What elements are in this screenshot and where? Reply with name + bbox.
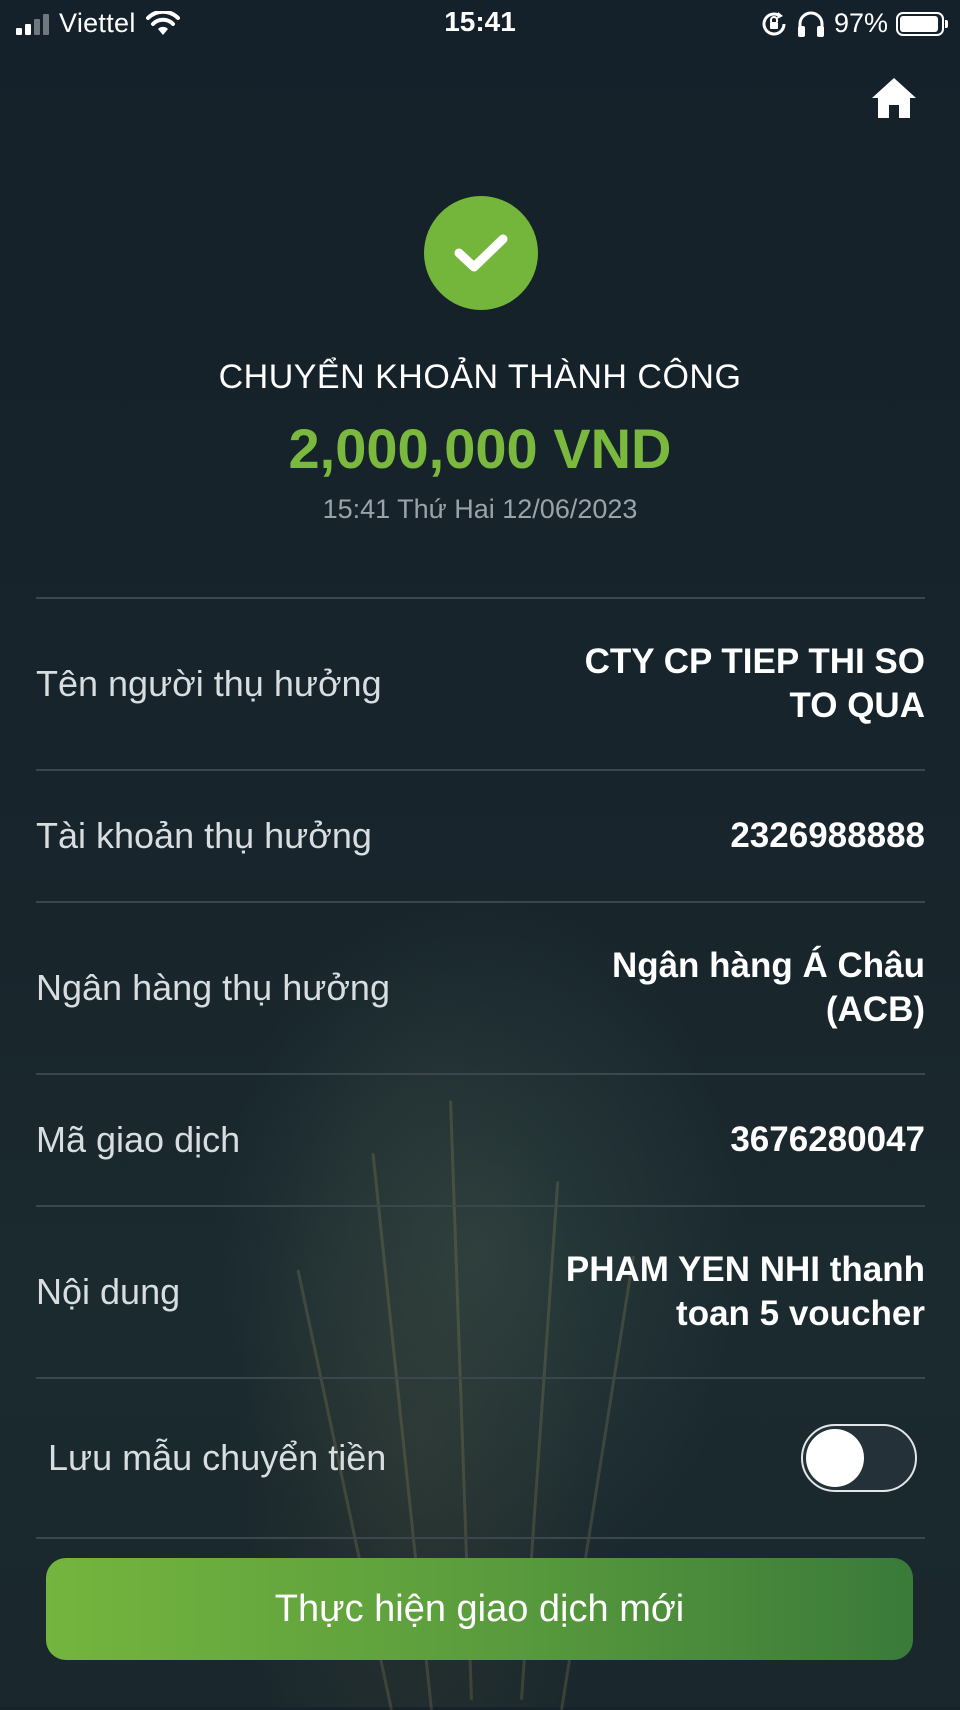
transfer-amount: 2,000,000 VND [288, 417, 672, 480]
headphones-icon [797, 11, 824, 37]
save-template-label: Lưu mẫu chuyển tiền [48, 1437, 387, 1478]
success-badge [424, 196, 538, 310]
detail-label: Tên người thụ hưởng [36, 663, 382, 704]
transfer-timestamp: 15:41 Thứ Hai 12/06/2023 [322, 494, 638, 524]
detail-label: Mã giao dịch [36, 1119, 241, 1160]
detail-value: PHAM YEN NHI thanh toan 5 voucher [566, 1248, 925, 1336]
detail-value-line: CTY CP TIEP THI SO [584, 642, 925, 681]
detail-value-line: PHAM YEN NHI thanh [565, 1250, 925, 1289]
detail-value-line: Ngân hàng Á Châu [611, 946, 925, 985]
detail-value-line: 2326988888 [730, 816, 925, 855]
detail-value: Ngân hàng Á Châu (ACB) [612, 944, 925, 1032]
home-icon [872, 78, 916, 118]
transfer-status-title: CHUYỂN KHOẢN THÀNH CÔNG [218, 358, 742, 396]
home-button[interactable] [868, 72, 920, 124]
detail-value-line: toan 5 voucher [676, 1294, 925, 1333]
detail-value: 3676280047 [730, 1118, 925, 1162]
orientation-lock-icon [762, 11, 786, 35]
status-bar: Viettel 15:41 97% [0, 0, 960, 48]
battery-icon [896, 11, 948, 36]
save-template-toggle[interactable] [801, 1424, 917, 1492]
detail-row-beneficiary-name: Tên người thụ hưởng CTY CP TIEP THI SO T… [36, 599, 925, 769]
transfer-details: Tên người thụ hưởng CTY CP TIEP THI SO T… [36, 597, 925, 1539]
detail-label: Ngân hàng thụ hưởng [36, 967, 390, 1008]
detail-value-line: 3676280047 [730, 1120, 925, 1159]
checkmark-icon [454, 234, 508, 272]
detail-value: CTY CP TIEP THI SO TO QUA [585, 640, 925, 728]
new-transaction-button[interactable]: Thực hiện giao dịch mới [46, 1558, 913, 1660]
detail-label: Tài khoản thụ hưởng [36, 815, 372, 856]
battery-percent: 97% [833, 8, 888, 38]
detail-label: Nội dung [36, 1271, 181, 1312]
detail-row-beneficiary-account: Tài khoản thụ hưởng 2326988888 [36, 771, 925, 901]
save-template-row: Lưu mẫu chuyển tiền [36, 1379, 925, 1537]
status-right: 97% [760, 8, 948, 39]
toggle-knob [806, 1429, 864, 1487]
divider [36, 1537, 925, 1539]
detail-row-beneficiary-bank: Ngân hàng thụ hưởng Ngân hàng Á Châu (AC… [36, 903, 925, 1073]
detail-value-line: (ACB) [825, 990, 925, 1029]
detail-value-line: TO QUA [789, 686, 925, 725]
detail-row-transaction-id: Mã giao dịch 3676280047 [36, 1075, 925, 1205]
detail-row-content: Nội dung PHAM YEN NHI thanh toan 5 vouch… [36, 1207, 925, 1377]
detail-value: 2326988888 [730, 814, 925, 858]
